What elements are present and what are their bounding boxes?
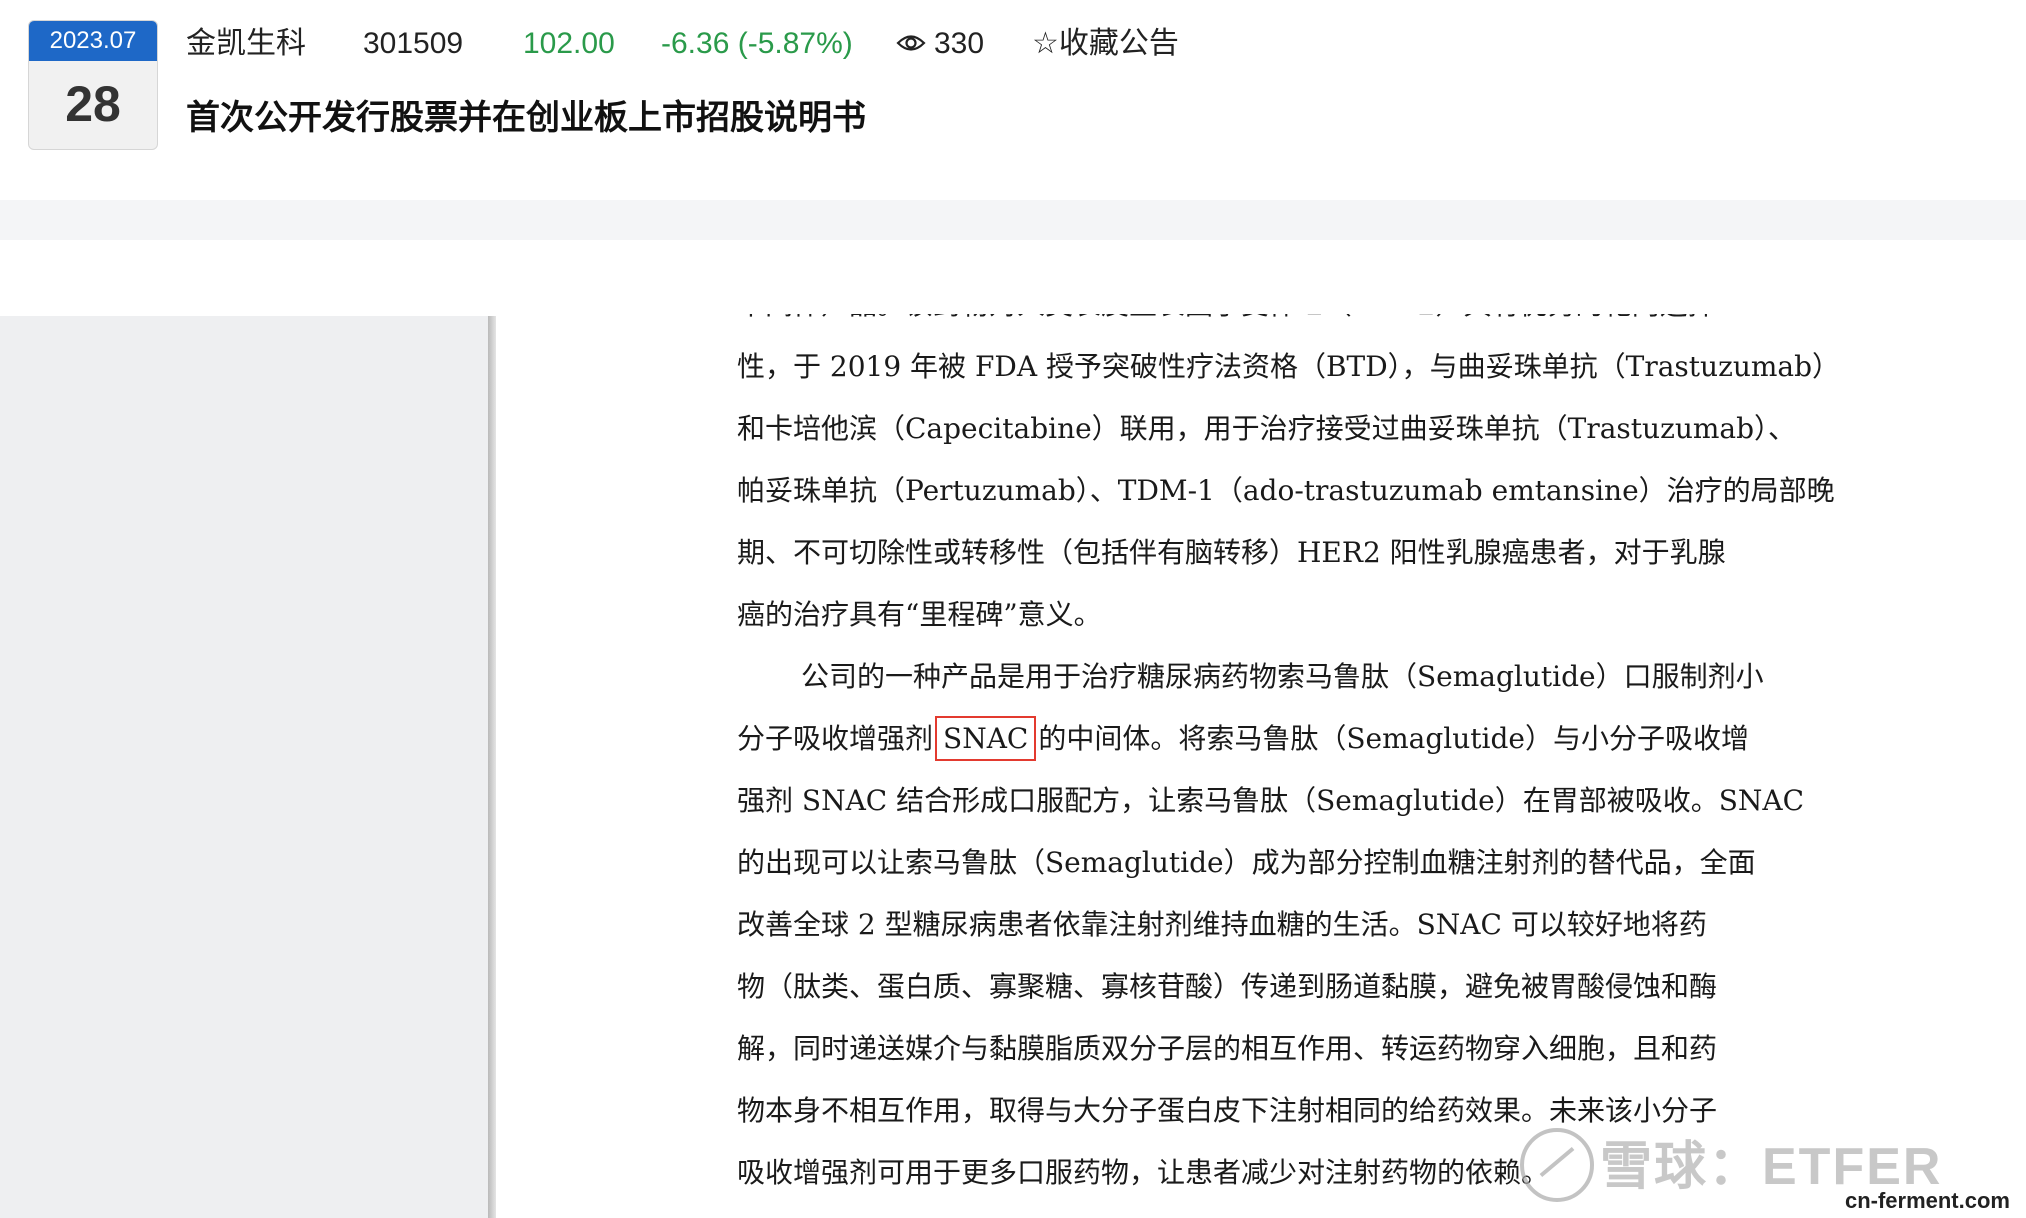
document-line: 性，于 2019 年被 FDA 授予突破性疗法资格（BTD），与曲妥珠单抗（Tr…: [737, 350, 1841, 383]
document-line: 改善全球 2 型糖尿病患者依靠注射剂维持血糖的生活。SNAC 可以较好地将药: [737, 908, 1707, 941]
divider-band: [0, 200, 2026, 240]
eye-icon: [896, 20, 926, 68]
document-line: 强剂 SNAC 结合形成口服配方，让索马鲁肽（Semaglutide）在胃部被吸…: [737, 784, 1805, 817]
announcement-header: 2023.07 28 金凯生科 301509 102.00 -6.36 (-5.…: [0, 0, 2026, 200]
document-viewer[interactable]: 中间体）品。该药物对人类表皮生长因子受体 2（HER2）具有优秀的靶向选择 性，…: [0, 314, 2026, 1218]
document-line: 帕妥珠单抗（Pertuzumab）、TDM-1（ado-trastuzumab …: [737, 474, 1835, 507]
page-title: 首次公开发行股票并在创业板上市招股说明书: [186, 98, 866, 138]
snac-highlight-box: SNAC: [935, 716, 1037, 761]
date-badge: 2023.07 28: [28, 20, 158, 150]
favorite-label: ☆收藏公告: [1032, 26, 1179, 61]
document-line: 期、不可切除性或转移性（包括伴有脑转移）HER2 阳性乳腺癌患者，对于乳腺: [737, 536, 1726, 569]
stock-code[interactable]: 301509: [363, 20, 463, 68]
date-month: 2023.07: [29, 21, 157, 61]
date-day: 28: [65, 76, 121, 132]
view-count-value: 330: [934, 27, 985, 60]
document-line: 物（肽类、蛋白质、寡聚糖、寡核苷酸）传递到肠道黏膜，避免被胃酸侵蚀和酶: [737, 970, 1718, 1003]
document-line: 癌的治疗具有“里程碑”意义。: [737, 598, 1102, 631]
view-count: 330: [896, 20, 984, 68]
viewer-background: [0, 316, 492, 1218]
document-line: 物本身不相互作用，取得与大分子蛋白皮下注射相同的给药效果。未来该小分子: [737, 1094, 1718, 1127]
snac-line-before: 分子吸收增强剂: [737, 722, 934, 755]
page-edge-shadow: [488, 316, 496, 1218]
price-change: -6.36 (-5.87%): [661, 27, 853, 60]
document-line: 中间体）品。该药物对人类表皮生长因子受体 2（HER2）具有优秀的靶向选择: [737, 314, 1715, 336]
favorite-announcement-button[interactable]: ☆收藏公告: [1032, 20, 1179, 68]
document-line: 和卡培他滨（Capecitabine）联用，用于治疗接受过曲妥珠单抗（Trast…: [737, 412, 1797, 445]
document-line: 吸收增强剂可用于更多口服药物，让患者减少对注射药物的依赖。: [737, 1156, 1550, 1189]
stock-price: 102.00: [523, 27, 615, 60]
document-line: 的出现可以让索马鲁肽（Semaglutide）成为部分控制血糖注射剂的替代品，全…: [737, 846, 1756, 879]
document-line: 公司的一种产品是用于治疗糖尿病药物索马鲁肽（Semaglutide）口服制剂小: [801, 660, 1764, 693]
document-line-snac: 分子吸收增强剂 SNAC 的中间体。将索马鲁肽（Semaglutide）与小分子吸收…: [737, 708, 1749, 770]
document-page: 中间体）品。该药物对人类表皮生长因子受体 2（HER2）具有优秀的靶向选择 性，…: [737, 314, 1845, 1218]
document-line: 解，同时递送媒介与黏膜脂质双分子层的相互作用、转运药物穿入细胞，且和药: [737, 1032, 1718, 1065]
company-name-link[interactable]: 金凯生科: [186, 20, 306, 68]
snac-line-after: 的中间体。将索马鲁肽（Semaglutide）与小分子吸收增: [1038, 722, 1749, 755]
